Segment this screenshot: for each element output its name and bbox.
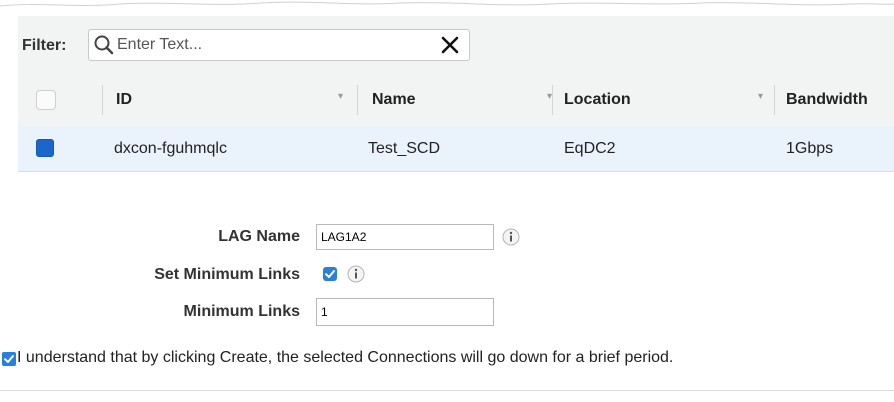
table-row[interactable]: dxcon-fguhmqlc Test_SCD EqDC2 1Gbps [18, 126, 894, 172]
column-divider [774, 85, 775, 115]
column-label: Location [564, 91, 631, 108]
search-icon [94, 35, 114, 55]
create-lag-panel: Filter: ID ▾ Name ▾ Location [18, 16, 894, 388]
lag-name-input[interactable] [316, 224, 494, 250]
cell-location: EqDC2 [564, 140, 616, 157]
sort-icon[interactable]: ▾ [758, 91, 763, 102]
column-label: Name [372, 91, 416, 108]
filter-label: Filter: [22, 37, 67, 54]
column-label: Bandwidth [786, 91, 868, 108]
column-divider [357, 85, 358, 115]
table-header: ID ▾ Name ▾ Location ▾ Bandwidth [18, 74, 894, 127]
filter-bar: Filter: [18, 16, 894, 75]
sort-icon[interactable]: ▾ [338, 91, 343, 102]
close-icon[interactable] [441, 36, 459, 54]
checkmark-icon [4, 355, 14, 363]
acknowledge-text: I understand that by clicking Create, th… [17, 349, 674, 366]
info-icon[interactable] [502, 228, 520, 246]
checkmark-icon [325, 270, 335, 278]
column-header-name[interactable]: Name ▾ [357, 74, 552, 126]
row-checkbox[interactable] [36, 139, 54, 157]
torn-paper-edge [0, 1, 894, 14]
lag-name-label: LAG Name [218, 228, 300, 245]
acknowledge-checkbox[interactable] [2, 352, 16, 366]
cell-bandwidth: 1Gbps [786, 140, 834, 157]
info-icon[interactable] [347, 265, 365, 283]
select-all-checkbox[interactable] [36, 90, 56, 110]
filter-search-box[interactable] [88, 29, 470, 61]
column-label: ID [116, 91, 132, 108]
cell-name: Test_SCD [368, 140, 441, 157]
min-links-input[interactable] [316, 298, 494, 326]
cell-id: dxcon-fguhmqlc [114, 140, 227, 157]
column-header-bandwidth[interactable]: Bandwidth [774, 74, 894, 126]
min-links-label: Minimum Links [183, 303, 300, 320]
divider [0, 390, 894, 391]
column-divider [552, 85, 553, 115]
column-header-location[interactable]: Location ▾ [552, 74, 764, 126]
column-header-id[interactable]: ID ▾ [102, 74, 357, 126]
filter-input[interactable] [117, 32, 437, 58]
set-min-links-label: Set Minimum Links [154, 266, 300, 283]
column-divider [102, 85, 103, 115]
set-min-links-checkbox[interactable] [323, 267, 337, 281]
